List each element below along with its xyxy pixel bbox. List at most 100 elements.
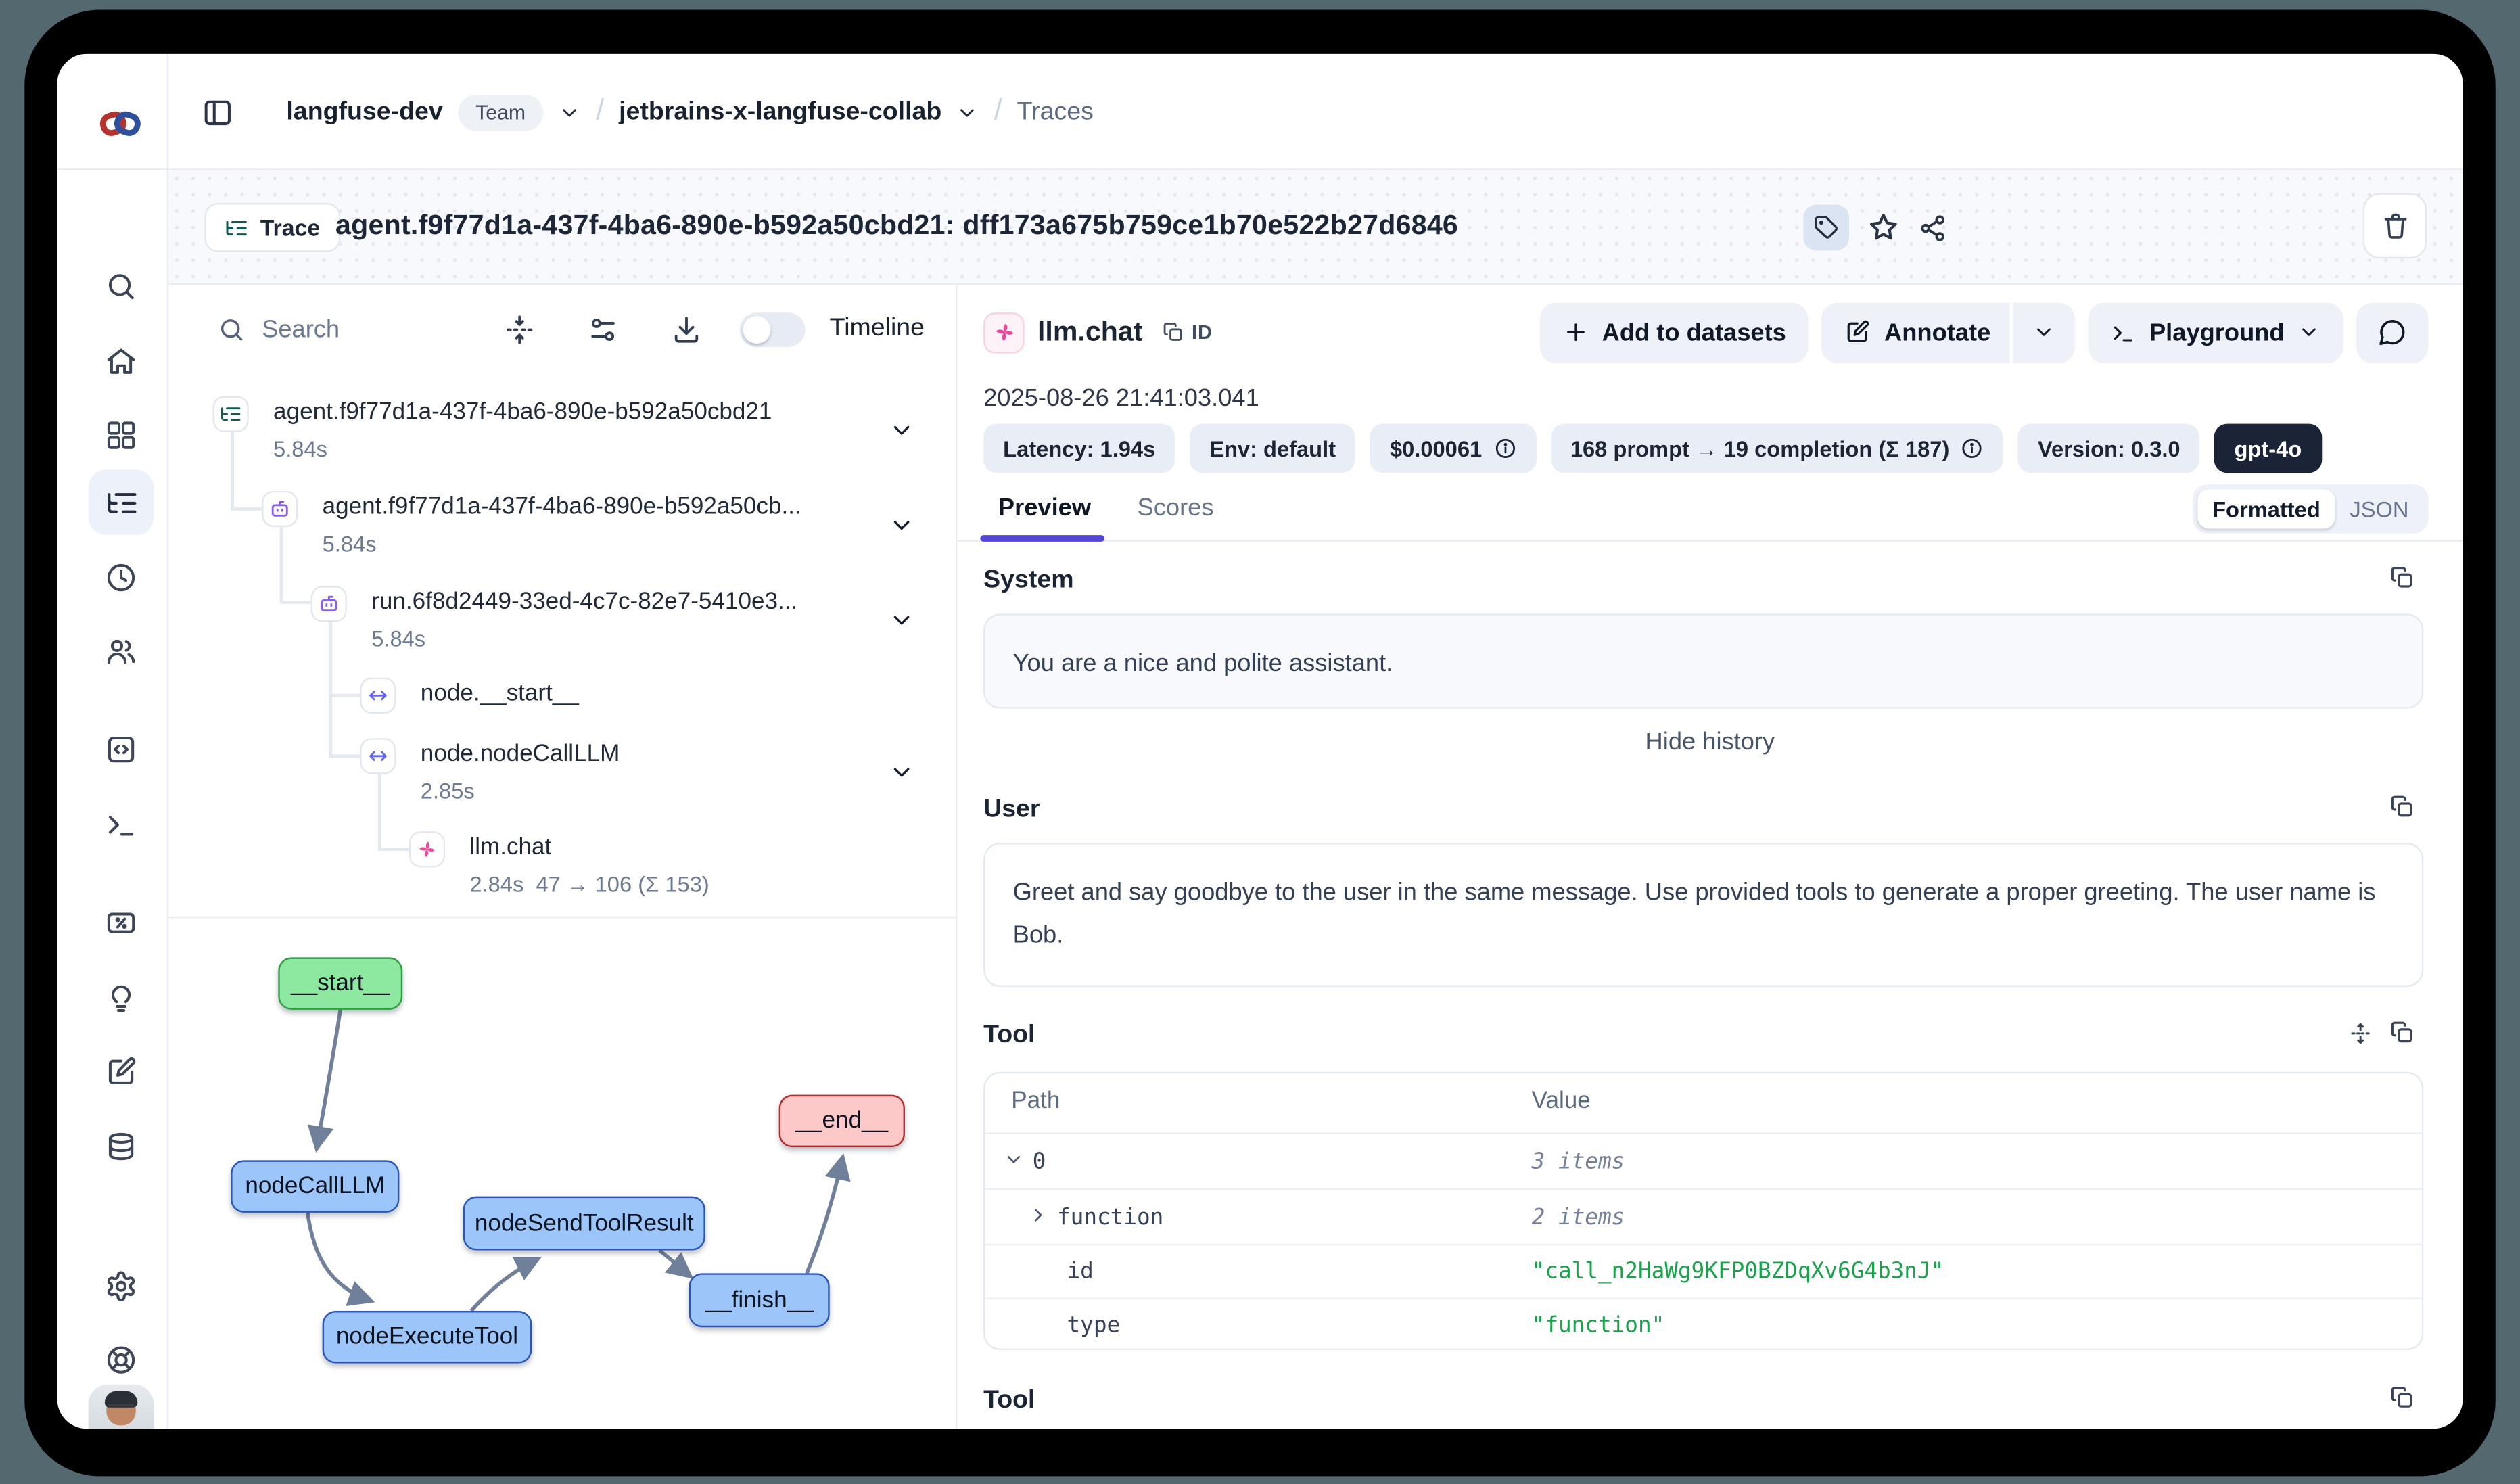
graph-node-end[interactable]: __end__ — [779, 1095, 905, 1147]
expand-tool-button[interactable] — [2348, 1021, 2373, 1046]
tree-row-node-start[interactable]: node.__start__ — [360, 678, 579, 714]
copy-icon — [2389, 793, 2415, 820]
active-tab-indicator — [980, 535, 1104, 542]
tree-row-collapse[interactable] — [889, 760, 915, 786]
terminal-icon — [105, 808, 137, 841]
trace-icon — [213, 396, 249, 432]
format-formatted-option[interactable]: Formatted — [2197, 489, 2335, 528]
tag-icon — [1813, 214, 1840, 241]
json-row[interactable]: 0 3 items — [985, 1132, 2422, 1188]
copy-id-button[interactable]: ID — [1162, 321, 1213, 344]
sidebar-item-home[interactable] — [89, 329, 154, 394]
timeline-toggle[interactable] — [740, 312, 806, 347]
breadcrumb: langfuse-dev Team / jetbrains-x-langfuse… — [202, 54, 1094, 170]
project-switcher[interactable] — [956, 101, 979, 124]
tree-row-node-callllm[interactable]: node.nodeCallLLM2.85s — [360, 738, 620, 810]
cost-badge[interactable]: $0.00061 — [1370, 424, 1536, 473]
copy-user-button[interactable] — [2389, 793, 2415, 820]
panel-left-icon — [202, 96, 234, 129]
copy-tool-button[interactable] — [2389, 1019, 2415, 1046]
playground-button[interactable]: Playground — [2089, 302, 2343, 363]
graph-node-nodesendtoolresult[interactable]: nodeSendToolResult — [463, 1197, 705, 1251]
file-code-icon — [105, 733, 137, 766]
graph-node-nodeexecutetool[interactable]: nodeExecuteTool — [323, 1311, 532, 1363]
chevron-right-icon[interactable] — [1027, 1205, 1048, 1226]
tool2-section-heading: Tool — [983, 1386, 1035, 1416]
sidebar-toggle-button[interactable] — [202, 96, 234, 129]
tree-row-agent[interactable]: agent.f9f77d1a-437f-4ba6-890e-b592a50cb.… — [262, 491, 801, 563]
copy-system-button[interactable] — [2389, 565, 2415, 591]
copy-tool2-button[interactable] — [2389, 1385, 2415, 1411]
graph-node-finish[interactable]: __finish__ — [689, 1273, 830, 1327]
trash-icon — [2380, 211, 2410, 241]
tree-row-run[interactable]: run.6f8d2449-33ed-4c7c-82e7-5410e3...5.8… — [311, 586, 798, 657]
sidebar-item-users[interactable] — [89, 619, 154, 685]
share-button[interactable] — [1915, 210, 1951, 246]
tree-search-icon[interactable] — [218, 316, 246, 344]
sidebar-item-prompts[interactable] — [89, 717, 154, 783]
sidebar-item-insights[interactable] — [89, 966, 154, 1031]
copy-icon — [1162, 321, 1185, 344]
sidebar-item-tracing[interactable] — [89, 469, 154, 535]
model-badge[interactable]: gpt-4o — [2214, 424, 2321, 473]
clock-icon — [105, 561, 137, 594]
json-row[interactable]: function 2 items — [985, 1188, 2422, 1244]
graph-node-start[interactable]: __start__ — [278, 957, 402, 1009]
collapse-all-button[interactable] — [504, 315, 535, 346]
tree-connector — [329, 754, 360, 757]
hide-history-link[interactable]: Hide history — [957, 728, 2463, 756]
sidebar-item-settings[interactable] — [89, 1253, 154, 1319]
sidebar-item-dashboards[interactable] — [89, 402, 154, 468]
favorite-button[interactable] — [1865, 210, 1901, 246]
share-icon — [1917, 212, 1948, 243]
json-value: 2 items — [1532, 1205, 1625, 1231]
gear-icon — [105, 1270, 137, 1303]
tree-row-collapse[interactable] — [889, 607, 915, 634]
delete-trace-button[interactable] — [2363, 193, 2427, 259]
annotate-button[interactable]: Annotate — [1822, 302, 2076, 363]
terminal-icon — [2111, 320, 2136, 344]
org-switcher[interactable] — [559, 101, 582, 124]
tree-row-label: node.__start__ — [421, 678, 579, 712]
sidebar-item-sessions[interactable] — [89, 545, 154, 611]
format-json-option[interactable]: JSON — [2335, 496, 2424, 521]
tree-row-trace-root[interactable]: agent.f9f77d1a-437f-4ba6-890e-b592a50cbd… — [213, 396, 772, 468]
tree-row-collapse[interactable] — [889, 417, 915, 444]
tab-preview[interactable]: Preview — [998, 494, 1091, 522]
tag-button[interactable] — [1803, 204, 1849, 250]
breadcrumb-org[interactable]: langfuse-dev — [286, 97, 442, 127]
sidebar-item-search[interactable] — [89, 254, 154, 319]
sidebar-item-support[interactable] — [89, 1327, 154, 1393]
tree-graph-divider — [168, 917, 956, 918]
comments-button[interactable] — [2356, 302, 2428, 363]
user-avatar[interactable] — [89, 1385, 154, 1429]
unfold-vertical-icon — [2348, 1021, 2373, 1046]
json-row[interactable]: id "call_n2HaWg9KFP0BZDqXv6G4b3nJ" — [985, 1244, 2422, 1298]
sidebar-item-annotations[interactable] — [89, 1039, 154, 1105]
observation-header: llm.chat ID Add to datasets Annotate — [983, 298, 2428, 367]
breadcrumb-project[interactable]: jetbrains-x-langfuse-collab — [619, 97, 941, 127]
span-icon — [360, 678, 396, 714]
tree-search-input[interactable]: Search — [262, 316, 340, 344]
chevron-down-icon[interactable] — [1003, 1149, 1024, 1169]
copy-icon — [2389, 1385, 2415, 1411]
sidebar-item-playground[interactable] — [89, 792, 154, 858]
trace-type-label: Trace — [260, 214, 321, 241]
tab-scores[interactable]: Scores — [1138, 494, 1214, 522]
annotate-menu-button[interactable] — [2010, 302, 2076, 363]
tree-row-collapse[interactable] — [889, 512, 915, 538]
download-icon — [671, 315, 702, 346]
sidebar-item-evaluation[interactable] — [89, 890, 154, 956]
tokens-badge[interactable]: 168 prompt → 19 completion (Σ 187) — [1551, 424, 2003, 473]
tree-row-llm-chat[interactable]: llm.chat 2.84s 47 → 106 (Σ 153) — [409, 831, 709, 903]
download-button[interactable] — [671, 315, 702, 346]
tree-settings-button[interactable] — [588, 315, 619, 346]
lightbulb-icon — [105, 982, 137, 1015]
sidebar-item-datasets[interactable] — [89, 1115, 154, 1180]
breadcrumb-page[interactable]: Traces — [1017, 97, 1094, 127]
graph-node-nodecallllm[interactable]: nodeCallLLM — [231, 1160, 399, 1212]
add-to-datasets-button[interactable]: Add to datasets — [1540, 302, 1809, 363]
json-row[interactable]: type "function" — [985, 1298, 2422, 1350]
latency-badge: Latency: 1.94s — [983, 424, 1175, 473]
chevron-down-icon — [559, 101, 582, 124]
